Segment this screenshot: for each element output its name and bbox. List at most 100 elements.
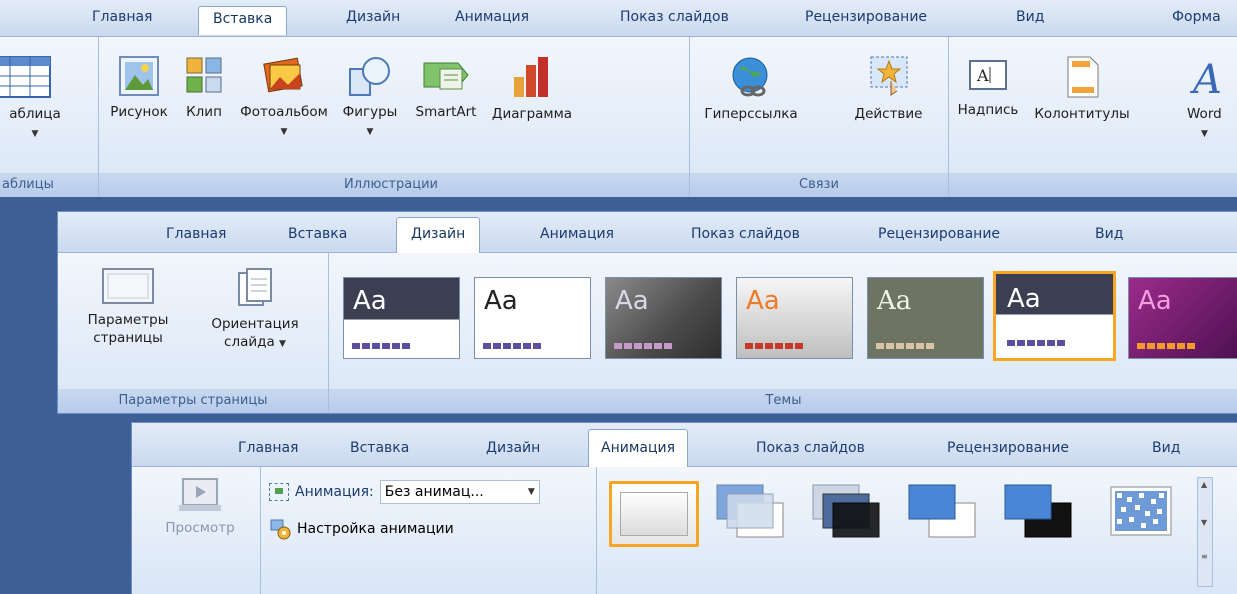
shapes-icon (349, 57, 390, 96)
ribbon-design: Главная Вставка Дизайн Анимация Показ сл… (57, 211, 1237, 414)
tab-view[interactable]: Вид (1152, 440, 1180, 456)
preview-button[interactable]: Просмотр (140, 477, 260, 537)
chart-label: Диаграмма (491, 106, 573, 122)
tab-format[interactable]: Форма (1172, 9, 1221, 25)
group-themes-label: Темы (329, 389, 1237, 413)
tab-slideshow[interactable]: Показ слайдов (756, 440, 865, 456)
hyperlink-label: Гиперссылка (704, 106, 798, 122)
tab-animation[interactable]: Анимация (588, 429, 689, 468)
tab-design[interactable]: Дизайн (486, 440, 540, 456)
transition-cover-icon[interactable] (1003, 483, 1075, 543)
picture-button[interactable]: Рисунок (104, 55, 174, 121)
svg-text:A: A (976, 66, 989, 85)
animation-icon (269, 483, 289, 501)
tab-view[interactable]: Вид (1095, 226, 1123, 242)
tab-view[interactable]: Вид (1016, 9, 1044, 25)
theme-text: Aa (877, 286, 912, 316)
chevron-down-icon: ▼ (527, 487, 535, 497)
tab-home[interactable]: Главная (92, 9, 152, 25)
group-tables-label: аблицы (0, 173, 98, 197)
transition-dark-icon[interactable] (811, 483, 883, 543)
theme-text: Aa (353, 286, 387, 316)
tab-review[interactable]: Рецензирование (878, 226, 1000, 242)
group-illustrations: Рисунок Клип Фотоальбом ▼ Фигуры ▼ Smart… (99, 37, 690, 197)
tab-design[interactable]: Дизайн (396, 217, 481, 254)
theme-thumbnail[interactable]: Aa (736, 277, 853, 359)
transition-dissolve-icon[interactable] (1109, 485, 1175, 541)
animation-label: Анимация: (295, 484, 374, 500)
theme-thumbnail[interactable]: Aa (605, 277, 722, 359)
scroll-up-icon[interactable]: ▲ (1201, 480, 1207, 489)
theme-text: Aa (615, 286, 649, 316)
group-links-label: Связи (690, 173, 948, 197)
photo-album-button[interactable]: Фотоальбом ▼ (234, 55, 334, 141)
theme-text: Aa (484, 286, 518, 316)
tab-review[interactable]: Рецензирование (947, 440, 1069, 456)
wordart-button[interactable]: A Word ▼ (1187, 55, 1237, 143)
action-label: Действие (854, 106, 923, 122)
smartart-button[interactable]: SmartArt (406, 55, 486, 121)
animation-value: Без анимац... (384, 484, 484, 500)
chart-button[interactable]: Диаграмма (487, 55, 577, 123)
wordart-icon: A (1189, 57, 1222, 99)
hyperlink-icon (732, 57, 768, 97)
theme-thumbnail[interactable]: Aa (343, 277, 460, 359)
scroll-down-icon[interactable]: ▼ (1201, 518, 1207, 527)
header-footer-button[interactable]: Колонтитулы (1032, 55, 1132, 123)
color-swatches (483, 343, 541, 349)
page-setup-label: Параметры страницы (87, 312, 169, 346)
tab-insert[interactable]: Вставка (350, 440, 409, 456)
theme-thumbnail[interactable]: Aa (474, 277, 591, 359)
group-preview: Просмотр (140, 467, 261, 594)
theme-text: Aa (1138, 286, 1172, 316)
custom-animation-icon (270, 519, 291, 540)
clip-button[interactable]: Клип (179, 55, 229, 121)
textbox-icon: A (969, 60, 1007, 90)
preview-label: Просмотр (165, 520, 235, 536)
group-transitions: ▲ ▼ ≡ (597, 467, 1237, 594)
theme-thumbnail[interactable]: Aa (867, 277, 984, 359)
chevron-down-icon: ▼ (1201, 129, 1208, 139)
page-setup-button[interactable]: Параметры страницы (66, 267, 190, 347)
gallery-scrollbar[interactable]: ▲ ▼ ≡ (1197, 477, 1213, 587)
slide-orientation-icon (238, 268, 272, 306)
tab-insert[interactable]: Вставка (288, 226, 347, 242)
smartart-label: SmartArt (415, 104, 477, 120)
tab-slideshow[interactable]: Показ слайдов (620, 9, 729, 25)
slide-orientation-button[interactable]: Ориентация слайда ▼ (192, 267, 318, 353)
transition-fade-icon[interactable] (715, 483, 787, 543)
tab-animation[interactable]: Анимация (455, 9, 529, 25)
tab-home[interactable]: Главная (238, 440, 298, 456)
ribbon-insert-tabs: Главная Вставка Дизайн Анимация Показ сл… (0, 0, 1237, 37)
custom-animation-button[interactable]: Настройка анимации (269, 517, 454, 541)
group-page-setup-label: Параметры страницы (58, 389, 328, 413)
clip-label: Клип (186, 104, 222, 120)
group-tables: аблица ▼ аблицы (0, 37, 99, 197)
theme-text: Aa (1007, 284, 1041, 314)
table-button[interactable]: аблица ▼ (0, 55, 80, 143)
gallery-more-icon[interactable]: ≡ (1201, 552, 1208, 561)
shapes-button[interactable]: Фигуры ▼ (335, 55, 405, 141)
tab-slideshow[interactable]: Показ слайдов (691, 226, 800, 242)
color-swatches (876, 343, 934, 349)
hyperlink-button[interactable]: Гиперссылка (696, 55, 806, 123)
tab-home[interactable]: Главная (166, 226, 226, 242)
group-text: A Надпись Колонтитулы A Word ▼ (949, 37, 1237, 197)
transition-push-icon[interactable] (907, 483, 979, 543)
preview-icon (179, 478, 221, 511)
color-swatches (614, 343, 672, 349)
transition-none-selected[interactable] (609, 481, 699, 547)
action-button[interactable]: Действие (846, 55, 931, 123)
textbox-button[interactable]: A Надпись (953, 55, 1023, 119)
tab-insert[interactable]: Вставка (198, 6, 288, 35)
color-swatches (1137, 343, 1195, 349)
animation-select[interactable]: Без анимац... ▼ (379, 480, 540, 504)
theme-text: Aa (746, 286, 780, 316)
tab-design[interactable]: Дизайн (346, 9, 400, 25)
tab-animation[interactable]: Анимация (540, 226, 614, 242)
picture-label: Рисунок (110, 104, 168, 120)
wordart-label: Word (1187, 106, 1222, 122)
tab-review[interactable]: Рецензирование (805, 9, 927, 25)
theme-thumbnail[interactable]: Aa (1128, 277, 1237, 359)
theme-thumbnail-selected[interactable]: Aa (993, 271, 1116, 361)
